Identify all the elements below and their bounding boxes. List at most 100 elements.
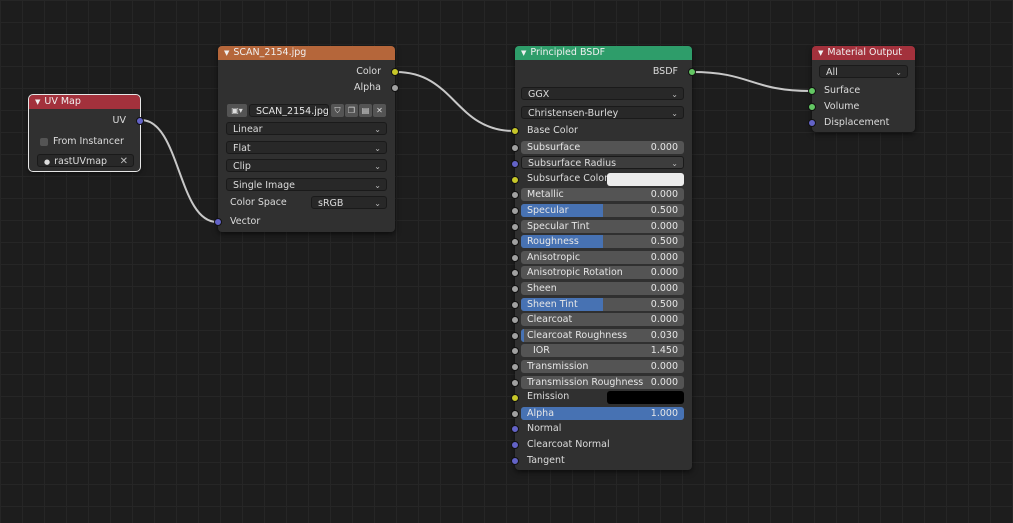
ior-value: 1.450	[650, 345, 678, 356]
base-color-socket[interactable]	[511, 127, 519, 135]
uv-map-dot-icon: ●	[44, 158, 51, 166]
clearcoat-value: 0.000	[650, 314, 678, 325]
ior-field[interactable]: IOR 1.450	[521, 344, 684, 357]
alpha-socket[interactable]	[511, 410, 519, 418]
clearcoat-roughness-fill	[521, 329, 524, 342]
collapse-triangle-icon[interactable]: ▼	[818, 46, 823, 60]
clearcoat-normal-socket[interactable]	[511, 441, 519, 449]
vector-input-socket[interactable]	[214, 218, 222, 226]
clearcoat-roughness-field[interactable]: Clearcoat Roughness 0.030	[521, 329, 684, 342]
metallic-label: Metallic	[527, 189, 564, 200]
distribution-dropdown[interactable]: GGX ⌄	[521, 87, 684, 100]
subsurface-field[interactable]: Subsurface 0.000	[521, 141, 684, 154]
interpolation-dropdown[interactable]: Linear ⌄	[226, 122, 387, 135]
open-folder-icon[interactable]: ▤	[359, 104, 372, 117]
specular-tint-value: 0.000	[650, 221, 678, 232]
specular-tint-field[interactable]: Specular Tint 0.000	[521, 220, 684, 233]
volume-socket[interactable]	[808, 103, 816, 111]
material-output-header[interactable]: ▼ Material Output	[812, 46, 915, 60]
sheen-field[interactable]: Sheen 0.000	[521, 282, 684, 295]
principled-bsdf-header[interactable]: ▼ Principled BSDF	[515, 46, 692, 60]
uv-map-header[interactable]: ▼ UV Map	[29, 95, 140, 109]
source-dropdown[interactable]: Single Image ⌄	[226, 178, 387, 191]
chevron-down-icon: ⌄	[374, 199, 381, 208]
subsurface-method-dropdown[interactable]: Christensen-Burley ⌄	[521, 106, 684, 119]
tangent-label: Tangent	[527, 455, 565, 466]
subsurface-color-swatch[interactable]	[607, 173, 684, 186]
projection-dropdown[interactable]: Flat ⌄	[226, 141, 387, 154]
image-name-field[interactable]: SCAN_2154.jpg	[249, 104, 329, 117]
anisotropic-socket[interactable]	[511, 254, 519, 262]
image-texture-node[interactable]: ▼ SCAN_2154.jpg Color Alpha ▣▾ SCAN_2154.…	[214, 46, 399, 232]
uv-map-node[interactable]: ▼ UV Map UV From Instancer ● rastUVmap ✕	[28, 94, 144, 172]
distribution-value: GGX	[528, 89, 550, 100]
subsurface-value: 0.000	[650, 142, 678, 153]
image-name-value: SCAN_2154.jpg	[256, 106, 329, 117]
collapse-triangle-icon[interactable]: ▼	[521, 46, 526, 60]
uv-output-socket[interactable]	[136, 117, 144, 125]
clearcoat-socket[interactable]	[511, 316, 519, 324]
collapse-triangle-icon[interactable]: ▼	[35, 95, 40, 109]
transmission-roughness-value: 0.000	[650, 377, 678, 388]
bsdf-output-socket[interactable]	[688, 68, 696, 76]
normal-socket[interactable]	[511, 425, 519, 433]
duplicate-image-icon[interactable]: ❐	[345, 104, 358, 117]
image-texture-header[interactable]: ▼ SCAN_2154.jpg	[218, 46, 395, 60]
color-space-dropdown[interactable]: sRGB ⌄	[311, 196, 387, 209]
extension-dropdown[interactable]: Clip ⌄	[226, 159, 387, 172]
from-instancer-checkbox[interactable]	[40, 138, 48, 146]
specular-socket[interactable]	[511, 207, 519, 215]
transmission-roughness-field[interactable]: Transmission Roughness 0.000	[521, 376, 684, 389]
chevron-down-icon: ⌄	[374, 181, 381, 190]
anisotropic-field[interactable]: Anisotropic 0.000	[521, 251, 684, 264]
transmission-roughness-socket[interactable]	[511, 379, 519, 387]
transmission-label: Transmission	[527, 361, 589, 372]
vector-input-label: Vector	[230, 216, 261, 227]
sheen-tint-field[interactable]: Sheen Tint 0.500	[521, 298, 684, 311]
sheen-tint-socket[interactable]	[511, 301, 519, 309]
displacement-socket[interactable]	[808, 119, 816, 127]
transmission-field[interactable]: Transmission 0.000	[521, 360, 684, 373]
fake-user-shield-icon[interactable]: ⛉	[331, 104, 344, 117]
collapse-triangle-icon[interactable]: ▼	[224, 46, 229, 60]
subsurface-radius-label: Subsurface Radius	[528, 158, 617, 169]
transmission-socket[interactable]	[511, 363, 519, 371]
anisotropic-rotation-socket[interactable]	[511, 269, 519, 277]
clearcoat-field[interactable]: Clearcoat 0.000	[521, 313, 684, 326]
specular-tint-socket[interactable]	[511, 223, 519, 231]
tangent-socket[interactable]	[511, 457, 519, 465]
roughness-socket[interactable]	[511, 238, 519, 246]
alpha-output-row: Alpha	[218, 81, 399, 95]
transmission-roughness-label: Transmission Roughness	[527, 377, 644, 388]
roughness-field[interactable]: Roughness 0.500	[521, 235, 684, 248]
metallic-field[interactable]: Metallic 0.000	[521, 188, 684, 201]
material-output-node[interactable]: ▼ Material Output All ⌄ Surface Volume Dis…	[808, 46, 915, 132]
unlink-x-icon[interactable]: ✕	[373, 104, 386, 117]
subsurface-method-value: Christensen-Burley	[528, 108, 619, 119]
ior-socket[interactable]	[511, 347, 519, 355]
clearcoat-roughness-value: 0.030	[650, 330, 678, 341]
node-title: Material Output	[827, 47, 903, 58]
subsurface-radius-socket[interactable]	[511, 160, 519, 168]
clearcoat-roughness-socket[interactable]	[511, 332, 519, 340]
alpha-output-socket[interactable]	[391, 84, 399, 92]
projection-value: Flat	[233, 143, 251, 154]
emission-swatch[interactable]	[607, 391, 684, 404]
subsurface-radius-dropdown[interactable]: Subsurface Radius ⌄	[521, 156, 684, 169]
subsurface-socket[interactable]	[511, 144, 519, 152]
extension-value: Clip	[233, 161, 251, 172]
anisotropic-rotation-field[interactable]: Anisotropic Rotation 0.000	[521, 266, 684, 279]
color-output-label: Color	[356, 66, 381, 77]
clear-x-icon[interactable]: ✕	[120, 155, 128, 168]
specular-field[interactable]: Specular 0.500	[521, 204, 684, 217]
color-output-socket[interactable]	[391, 68, 399, 76]
uv-map-selector[interactable]: ● rastUVmap ✕	[37, 154, 134, 167]
metallic-socket[interactable]	[511, 191, 519, 199]
target-dropdown[interactable]: All ⌄	[819, 65, 908, 78]
surface-socket[interactable]	[808, 87, 816, 95]
sheen-socket[interactable]	[511, 285, 519, 293]
image-browse-icon[interactable]: ▣▾	[227, 104, 247, 117]
target-value: All	[826, 67, 838, 78]
alpha-field[interactable]: Alpha 1.000	[521, 407, 684, 420]
principled-bsdf-node[interactable]: ▼ Principled BSDF BSDF GGX ⌄ Christensen-B…	[511, 46, 696, 470]
